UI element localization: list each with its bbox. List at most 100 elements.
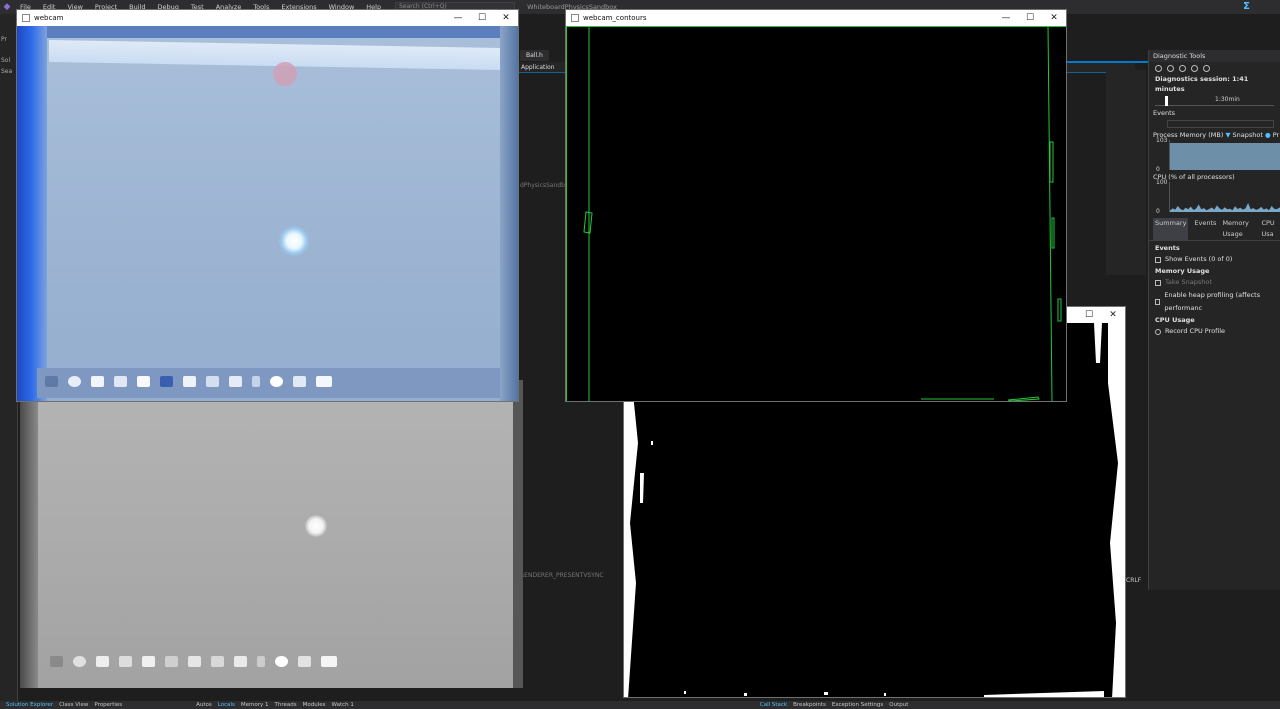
cpu-chart[interactable]: 100 0 (1156, 179, 1280, 215)
visual-studio-logo-icon[interactable]: ◆ (0, 0, 14, 14)
contours-titlebar[interactable]: webcam_contours — ☐ ✕ (566, 10, 1066, 26)
captured-taskbar (37, 368, 507, 398)
taskbar-glyph (50, 656, 63, 667)
sigma-icon[interactable]: Σ (1243, 1, 1250, 12)
summary-memory-heading: Memory Usage (1155, 267, 1210, 275)
taskbar-glyph (91, 376, 104, 387)
close-button[interactable]: ✕ (1101, 307, 1125, 323)
maximize-button[interactable]: ☐ (1018, 10, 1042, 26)
taskbar-glyph (257, 656, 265, 667)
minimize-button[interactable]: — (994, 10, 1018, 26)
tab-locals[interactable]: Locals (218, 701, 235, 709)
diagnostic-tools-title: Diagnostic Tools (1149, 50, 1280, 62)
ball-blob (305, 515, 327, 537)
editor-tab-ball-h[interactable]: Ball.h (520, 50, 549, 61)
take-snapshot-button[interactable]: Take Snapshot (1137, 276, 1280, 289)
taskbar-glyph (114, 376, 127, 387)
close-button[interactable]: ✕ (494, 10, 518, 26)
zoom-out-icon[interactable] (1191, 64, 1198, 72)
webcam-contours-window[interactable]: webcam_contours — ☐ ✕ (565, 9, 1067, 402)
settings-icon[interactable] (1155, 64, 1162, 72)
private-bytes-legend[interactable]: Pr (1273, 131, 1279, 139)
tab-summary[interactable]: Summary (1153, 218, 1189, 240)
taskbar-glyph (229, 376, 242, 387)
heap-profiling-label[interactable]: Enable heap profiling (affects performan… (1164, 289, 1280, 315)
process-memory-header[interactable]: Process Memory (MB) ▼ Snapshot ● Pr (1149, 130, 1280, 140)
ball-blob (279, 226, 309, 256)
maximize-button[interactable]: ☐ (1077, 307, 1101, 323)
taskbar-glyph (206, 376, 219, 387)
close-button[interactable]: ✕ (1042, 10, 1066, 26)
events-lane[interactable] (1167, 120, 1274, 128)
taskbar-glyph (165, 656, 178, 667)
heap-icon (1155, 299, 1161, 305)
taskbar-glyph (211, 656, 224, 667)
heap-profiling-toggle[interactable]: Enable heap profiling (affects performan… (1137, 289, 1280, 315)
timeline-marker[interactable] (1165, 96, 1168, 106)
pink-blob (273, 62, 297, 86)
frame-edge (17, 26, 47, 401)
session-duration: Diagnostics session: 1:41 minutes (1155, 75, 1249, 93)
summary-cpu-heading: CPU Usage (1155, 316, 1195, 324)
webcam-window[interactable]: webcam — ☐ ✕ (16, 9, 519, 402)
grayscale-window[interactable] (20, 380, 523, 688)
summary-events-heading: Events (1155, 244, 1180, 252)
frame-edge (47, 26, 507, 38)
tab-cpu-usage[interactable]: CPU Usa (1261, 218, 1280, 240)
reset-zoom-icon[interactable] (1203, 64, 1210, 72)
timeline-ruler[interactable]: 1:30min (1155, 96, 1274, 106)
bottom-tool-tabs: Solution Explorer Class View Properties … (0, 701, 1280, 709)
record-cpu-label[interactable]: Record CPU Profile (1165, 325, 1225, 338)
memory-ymin: 0 (1156, 166, 1160, 173)
tab-breakpoints[interactable]: Breakpoints (793, 701, 826, 709)
tab-memory-1[interactable]: Memory 1 (241, 701, 269, 709)
maximize-button[interactable]: ☐ (470, 10, 494, 26)
show-events-link[interactable]: Show Events (0 of 0) (1137, 253, 1280, 266)
contours-frame (566, 25, 1066, 401)
strip-label-pr[interactable]: Pr (0, 34, 17, 45)
taskbar-glyph (293, 376, 306, 387)
record-cpu-profile-button[interactable]: Record CPU Profile (1137, 325, 1280, 338)
tab-class-view[interactable]: Class View (59, 701, 88, 709)
taskbar-glyph (316, 376, 332, 387)
cpu-ymax: 100 (1156, 179, 1168, 186)
code-minimap[interactable] (1106, 70, 1146, 275)
taskbar-glyph (96, 656, 109, 667)
tab-modules[interactable]: Modules (303, 701, 326, 709)
contour-lines (566, 25, 1066, 401)
tab-watch-1[interactable]: Watch 1 (332, 701, 354, 709)
taskbar-glyph (142, 656, 155, 667)
tab-properties[interactable]: Properties (94, 701, 122, 709)
taskbar-glyph (73, 656, 86, 667)
diagnostic-tabs: Summary Events Memory Usage CPU Usa (1149, 218, 1280, 241)
cpu-area (1170, 203, 1280, 212)
tab-memory-usage[interactable]: Memory Usage (1222, 218, 1255, 240)
events-icon (1155, 256, 1161, 263)
snapshot-legend[interactable]: Snapshot (1233, 131, 1263, 139)
tab-call-stack[interactable]: Call Stack (760, 701, 787, 709)
timeline-label: 1:30min (1215, 96, 1240, 103)
minimize-button[interactable]: — (446, 10, 470, 26)
webcam-titlebar[interactable]: webcam — ☐ ✕ (17, 10, 518, 26)
tab-threads[interactable]: Threads (275, 701, 297, 709)
events-section-header[interactable]: Events (1149, 108, 1280, 118)
tab-autos[interactable]: Autos (196, 701, 212, 709)
window-title: webcam (34, 14, 64, 22)
taskbar-glyph (275, 656, 288, 667)
tab-output[interactable]: Output (889, 701, 908, 709)
export-icon[interactable] (1167, 64, 1174, 72)
cpu-ymin: 0 (1156, 208, 1160, 215)
tab-exception-settings[interactable]: Exception Settings (832, 701, 883, 709)
line-ending-indicator[interactable]: CRLF (1126, 577, 1141, 584)
strip-label-sol[interactable]: Sol (0, 55, 17, 66)
captured-taskbar (50, 656, 337, 667)
strip-label-sea[interactable]: Sea (0, 66, 17, 77)
take-snapshot-label[interactable]: Take Snapshot (1165, 276, 1212, 289)
show-events-label[interactable]: Show Events (0 of 0) (1165, 253, 1232, 266)
cpu-header[interactable]: CPU (% of all processors) (1149, 172, 1280, 182)
taskbar-glyph (183, 376, 196, 387)
memory-chart[interactable]: 103 0 (1156, 137, 1280, 173)
tab-events[interactable]: Events (1194, 218, 1216, 240)
zoom-in-icon[interactable] (1179, 64, 1186, 72)
tab-solution-explorer[interactable]: Solution Explorer (6, 701, 53, 709)
